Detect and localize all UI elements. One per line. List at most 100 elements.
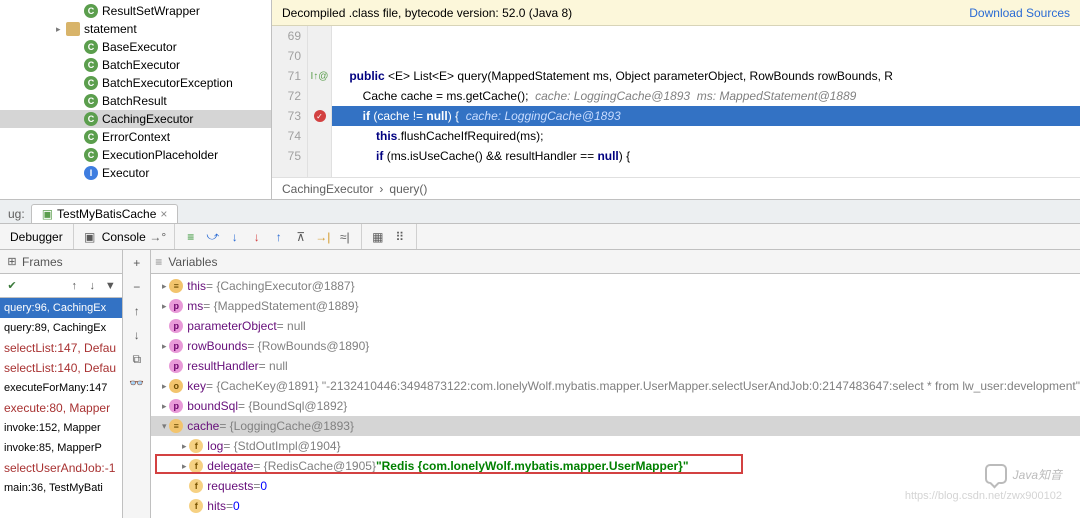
run-to-cursor-button[interactable]: →| [313,227,333,247]
copy-icon[interactable]: ⧉ [128,350,146,368]
var-row-requests[interactable]: frequests = 0 [151,476,1080,496]
move-down-icon[interactable]: ↓ [128,326,146,344]
code-line-72[interactable]: Cache cache = ms.getCache(); cache: Logg… [332,86,1080,106]
next-frame-icon[interactable]: ↓ [84,278,100,294]
frames-pane: ⊞ Frames ✔ ↑ ↓ ▼ query:96, CachingExquer… [0,250,123,518]
tree-item-BatchExecutorException[interactable]: CBatchExecutorException [0,74,271,92]
close-icon[interactable]: × [160,207,167,221]
debug-label: ug: [2,205,31,223]
var-value: = {LoggingCache@1893} [219,419,354,433]
move-up-icon[interactable]: ↑ [128,302,146,320]
code-editor[interactable]: 69707172737475 I↑@✓ public <E> List<E> q… [272,26,1080,177]
variables-list[interactable]: ▸≡this = {CachingExecutor@1887}▸pms = {M… [151,274,1080,518]
var-row-delegate[interactable]: ▸fdelegate = {RedisCache@1905} "Redis {c… [151,456,1080,476]
tree-item-label: CachingExecutor [102,112,193,126]
step-out-button[interactable]: ↑ [269,227,289,247]
tree-item-statement[interactable]: ▸statement [0,20,271,38]
banner-text: Decompiled .class file, bytecode version… [282,6,572,20]
vars-menu-icon[interactable]: ≡ [155,255,162,269]
var-row-rowBounds[interactable]: ▸prowBounds = {RowBounds@1890} [151,336,1080,356]
step-over-icon[interactable]: ≡ [181,227,201,247]
var-row-log[interactable]: ▸flog = {StdOutImpl@1904} [151,436,1080,456]
expand-icon[interactable]: ▸ [159,281,169,292]
tree-item-CachingExecutor[interactable]: CCachingExecutor [0,110,271,128]
settings-icon[interactable]: ⠿ [390,227,410,247]
breakpoint-icon[interactable]: ✓ [314,110,326,122]
expand-icon[interactable]: ▸ [159,301,169,312]
frame-row[interactable]: query:89, CachingEx [0,318,122,338]
tree-item-ErrorContext[interactable]: CErrorContext [0,128,271,146]
drop-frame-button[interactable]: ⊼ [291,227,311,247]
frame-row[interactable]: selectList:140, Defau [0,358,122,378]
frame-row[interactable]: executeForMany:147 [0,378,122,398]
code-line-69[interactable] [332,26,1080,46]
type-icon: C [84,4,98,18]
code-line-73[interactable]: if (cache != null) { cache: LoggingCache… [332,106,1080,126]
expand-icon[interactable]: ▸ [159,401,169,412]
var-row-ms[interactable]: ▸pms = {MappedStatement@1889} [151,296,1080,316]
evaluate-expression-button[interactable]: ≈| [335,227,355,247]
download-sources-link[interactable]: Download Sources [969,6,1070,20]
frame-row[interactable]: invoke:152, Mapper [0,418,122,438]
override-icon[interactable]: I↑@ [311,71,329,82]
var-row-hits[interactable]: fhits = 0 [151,496,1080,516]
frame-row[interactable]: main:36, TestMyBati [0,478,122,498]
var-name: resultHandler [187,359,258,373]
prev-frame-icon[interactable]: ↑ [66,278,82,294]
var-row-cache[interactable]: ▾≡cache = {LoggingCache@1893} [151,416,1080,436]
marker-gutter[interactable]: I↑@ ✓ [308,26,332,177]
restore-layout-icon[interactable]: ⊞ [4,254,20,270]
tree-item-BatchExecutor[interactable]: CBatchExecutor [0,56,271,74]
add-watch-icon[interactable]: + [128,254,146,272]
expand-icon[interactable]: ▸ [179,441,189,452]
tree-item-ResultSetWrapper[interactable]: CResultSetWrapper [0,2,271,20]
force-step-into-button[interactable]: ↓ [247,227,267,247]
frame-row[interactable]: invoke:85, MapperP [0,438,122,458]
frame-row[interactable]: selectList:147, Defau [0,338,122,358]
frame-row[interactable]: execute:80, Mapper [0,398,122,418]
debug-config-tab[interactable]: ▣ TestMyBatisCache × [31,204,179,223]
frames-list[interactable]: query:96, CachingExquery:89, CachingExse… [0,298,122,498]
code-lines[interactable]: public <E> List<E> query(MappedStatement… [332,26,1080,177]
tree-item-Executor[interactable]: IExecutor [0,164,271,182]
var-value: = [226,499,233,513]
code-line-74[interactable]: this.flushCacheIfRequired(ms); [332,126,1080,146]
output-toggle-icon[interactable]: →° [148,227,168,247]
breadcrumb-method[interactable]: query() [389,182,427,196]
expand-icon[interactable]: ▾ [159,421,169,432]
var-row-resultHandler[interactable]: presultHandler = null [151,356,1080,376]
var-row-parameterObject[interactable]: pparameterObject = null [151,316,1080,336]
console-icon[interactable]: ▣ [80,227,100,247]
var-row-this[interactable]: ▸≡this = {CachingExecutor@1887} [151,276,1080,296]
var-kind-icon: ≡ [169,279,183,293]
step-into-button[interactable]: ↓ [225,227,245,247]
editor-breadcrumb[interactable]: CachingExecutor › query() [272,177,1080,199]
layout-icon[interactable]: ▦ [368,227,388,247]
glasses-icon[interactable]: 👓 [128,374,146,392]
var-value: = {RowBounds@1890} [247,339,369,353]
project-tree[interactable]: CResultSetWrapper▸statementCBaseExecutor… [0,0,272,199]
frame-row[interactable]: query:96, CachingEx [0,298,122,318]
expand-icon[interactable]: ▸ [56,24,66,35]
expand-icon[interactable]: ▸ [179,461,189,472]
var-row-key[interactable]: ▸okey = {CacheKey@1891} "-2132410446:349… [151,376,1080,396]
console-tab-label[interactable]: Console [102,230,146,244]
accept-icon[interactable]: ✔ [4,278,20,294]
var-row-boundSql[interactable]: ▸pboundSql = {BoundSql@1892} [151,396,1080,416]
expand-icon[interactable]: ▸ [159,341,169,352]
tree-item-BatchResult[interactable]: CBatchResult [0,92,271,110]
frame-row[interactable]: selectUserAndJob:-1 [0,458,122,478]
tree-item-ExecutionPlaceholder[interactable]: CExecutionPlaceholder [0,146,271,164]
filter-icon[interactable]: ▼ [102,278,118,294]
breadcrumb-class[interactable]: CachingExecutor [282,182,373,196]
code-line-70[interactable] [332,46,1080,66]
expand-icon[interactable]: ▸ [159,381,169,392]
code-line-75[interactable]: if (ms.isUseCache() && resultHandler == … [332,146,1080,166]
tree-item-BaseExecutor[interactable]: CBaseExecutor [0,38,271,56]
var-name: boundSql [187,399,238,413]
var-value: = null [259,359,288,373]
code-line-71[interactable]: public <E> List<E> query(MappedStatement… [332,66,1080,86]
debugger-tab-label[interactable]: Debugger [6,230,67,244]
step-over-button[interactable]: ⤻ [203,227,223,247]
remove-watch-icon[interactable]: − [128,278,146,296]
